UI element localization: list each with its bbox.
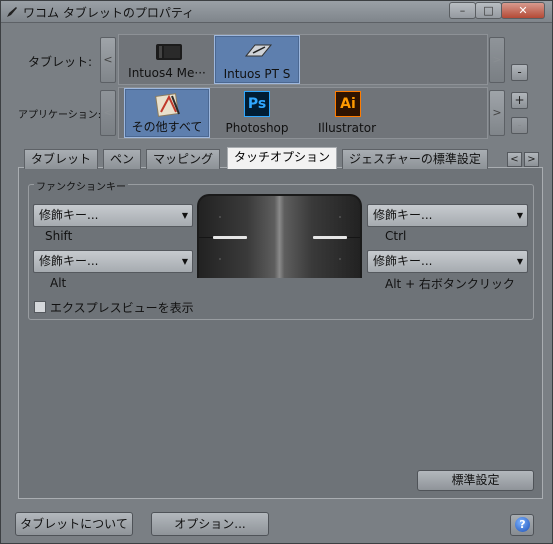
tab-tablet[interactable]: タブレット [24, 149, 99, 169]
chevron-down-icon: ▼ [516, 211, 523, 220]
tablet-dot [219, 258, 221, 260]
photoshop-icon: Ps [244, 91, 270, 117]
tablet-right-keys [313, 236, 347, 239]
function-keys-title: ファンクションキー [34, 178, 128, 193]
key2-label: Alt [50, 276, 67, 290]
device-next-button[interactable]: > [489, 37, 505, 83]
illustrator-icon: Ai [335, 91, 361, 117]
application-prev-button[interactable]: < [100, 90, 116, 136]
tablet-pen-icon [244, 44, 273, 57]
title-bar[interactable]: ワコム タブレットのプロパティ – □ ✕ [1, 1, 552, 23]
all-apps-icon [155, 93, 180, 117]
device-item-intuos4[interactable]: Intuos4 Me··· [124, 36, 210, 83]
application-item-label: Illustrator [317, 121, 377, 135]
device-item-label: Intuos4 Me··· [128, 66, 206, 80]
application-item-label: その他すべて [131, 120, 203, 134]
restore-defaults-button[interactable]: 標準設定 [417, 470, 534, 491]
application-next-button[interactable]: > [489, 90, 505, 136]
chevron-down-icon: ▼ [181, 211, 188, 220]
key1-label: Shift [45, 229, 73, 243]
device-prev-button[interactable]: < [100, 37, 116, 83]
maximize-icon: □ [483, 4, 494, 17]
dropdown-value: 修飾キー... [373, 208, 433, 222]
minimize-button[interactable]: – [449, 2, 476, 19]
tab-mapping[interactable]: マッピング [146, 149, 221, 169]
close-icon: ✕ [518, 4, 528, 17]
key1-dropdown[interactable]: 修飾キー... ▼ [33, 204, 193, 227]
tablet-dot [339, 258, 341, 260]
application-row-label: アプリケーション: [18, 110, 102, 121]
tablet-edge-line [199, 237, 213, 238]
dropdown-value: 修飾キー... [39, 208, 99, 222]
key2-dropdown[interactable]: 修飾キー... ▼ [33, 250, 193, 273]
tab-scroll-right-button[interactable]: > [524, 152, 539, 167]
remove-application-button[interactable]: - [511, 117, 528, 134]
properties-window: ワコム タブレットのプロパティ – □ ✕ タブレット: < Intuos4 M… [0, 0, 553, 544]
options-button[interactable]: オプション... [151, 512, 269, 536]
tablet-dark-icon [156, 44, 182, 60]
tablet-dot [339, 216, 341, 218]
chevron-down-icon: ▼ [181, 257, 188, 266]
tablet-left-keys [213, 236, 247, 239]
help-button[interactable]: ? [510, 514, 534, 536]
device-item-label: Intuos PT S [223, 67, 291, 81]
add-application-button[interactable]: + [511, 92, 528, 109]
application-item-illustrator[interactable]: Ai Illustrator [304, 88, 390, 138]
dropdown-value: 修飾キー... [373, 254, 433, 268]
dropdown-value: 修飾キー... [39, 254, 99, 268]
application-item-label: Photoshop [225, 121, 289, 135]
device-item-intuos-pt-s[interactable]: Intuos PT S [214, 35, 300, 84]
chevron-down-icon: ▼ [516, 257, 523, 266]
about-tablet-button[interactable]: タブレットについて [15, 512, 133, 536]
device-row-label: タブレット: [28, 55, 93, 69]
key4-dropdown[interactable]: 修飾キー... ▼ [367, 250, 528, 273]
close-button[interactable]: ✕ [501, 2, 545, 19]
tablet-dot [219, 216, 221, 218]
key3-dropdown[interactable]: 修飾キー... ▼ [367, 204, 528, 227]
application-item-photoshop[interactable]: Ps Photoshop [214, 88, 300, 138]
tab-pen[interactable]: ペン [103, 149, 142, 169]
window-title: ワコム タブレットのプロパティ [23, 6, 195, 20]
express-view-checkbox[interactable] [34, 301, 46, 313]
minimize-icon: – [459, 4, 466, 17]
remove-device-button[interactable]: - [511, 64, 528, 81]
application-item-all-others[interactable]: その他すべて [124, 88, 210, 138]
key3-label: Ctrl [385, 229, 407, 243]
tablet-edge-line [347, 237, 360, 238]
express-view-label: エクスプレスビューを表示 [50, 301, 194, 315]
pen-icon [7, 7, 17, 17]
help-icon: ? [515, 517, 530, 532]
tab-gesture-defaults[interactable]: ジェスチャーの標準設定 [342, 149, 488, 169]
maximize-button[interactable]: □ [475, 2, 502, 19]
tab-touch-options[interactable]: タッチオプション [227, 147, 338, 169]
tablet-illustration [197, 194, 362, 278]
key4-label: Alt + 右ボタンクリック [385, 277, 515, 291]
tab-scroll-left-button[interactable]: < [507, 152, 522, 167]
